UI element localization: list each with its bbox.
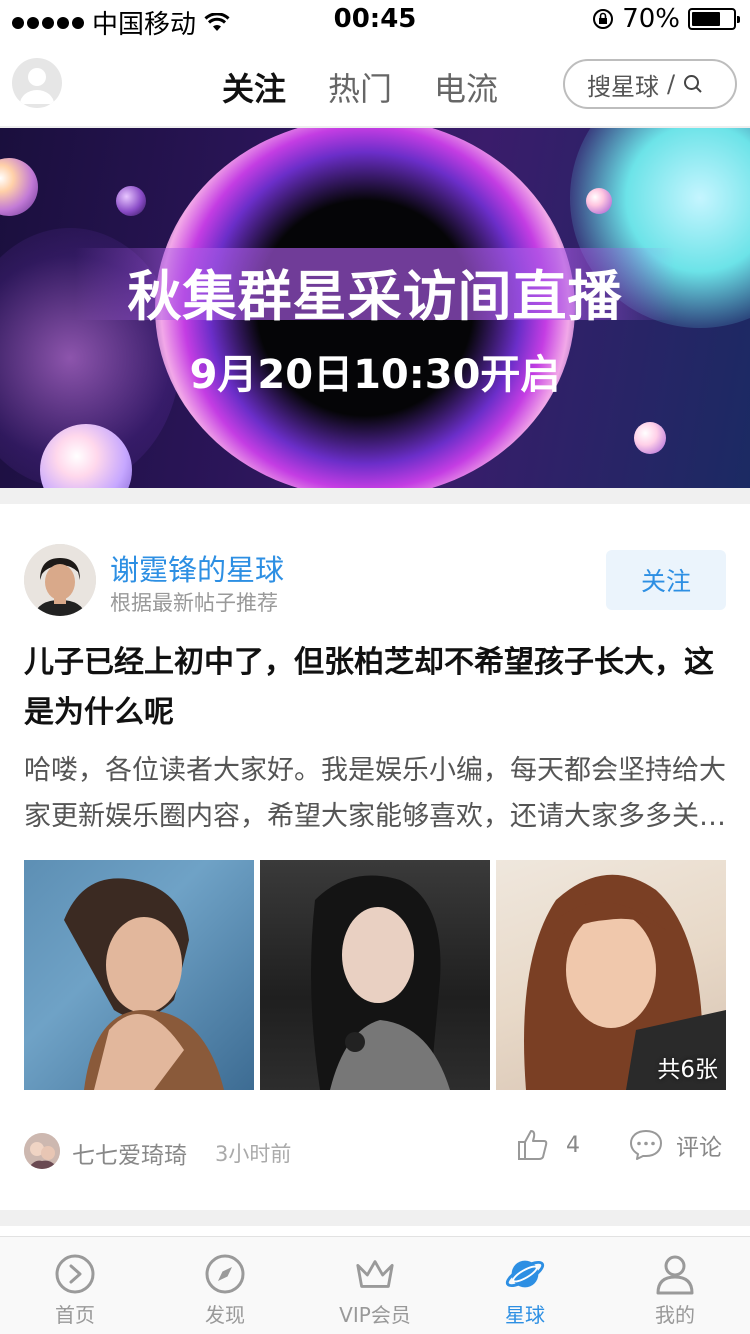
nav-vip[interactable]: VIP会员 [300,1237,450,1334]
post-excerpt[interactable]: 哈喽，各位读者大家好。我是娱乐小编，每天都会坚持给大家更新娱乐圈内容，希望大家能… [24,748,730,840]
post-image[interactable] [24,860,254,1090]
channel-avatar[interactable] [24,544,96,616]
nav-vip-label: VIP会员 [339,1303,411,1327]
planet-icon [504,1253,546,1295]
section-separator [0,1210,750,1226]
like-count: 4 [566,1132,580,1158]
tab-following[interactable]: 关注 [222,64,286,110]
channel-name[interactable]: 谢霆锋的星球 [110,547,284,589]
play-circle-icon [54,1253,96,1295]
author-name[interactable]: 七七爱琦琦 [72,1136,187,1170]
battery-fill [692,12,720,26]
signal-icon [12,16,84,29]
banner-orb [586,188,612,214]
avatar-placeholder-icon [20,68,54,104]
battery-icon [688,8,740,30]
recommend-reason: 根据最新帖子推荐 [110,591,278,615]
banner-subtitle: 9月20日10:30开启 [189,352,561,398]
author-avatar[interactable] [24,1133,60,1169]
search-icon [684,75,702,93]
comment-label: 评论 [676,1135,722,1161]
post-title[interactable]: 儿子已经上初中了，但张柏芝却不希望孩子长大，这是为什么呢 [24,638,730,738]
thumbs-up-icon [518,1130,548,1160]
post-image[interactable] [260,860,490,1090]
search-button[interactable]: 搜星球 / [563,59,737,109]
tab-current[interactable]: 电流 [434,64,498,110]
nav-home-label: 首页 [55,1303,95,1327]
live-banner[interactable]: 秋集群星采访间直播 9月20日10:30开启 [0,128,750,488]
bottom-nav: 首页 发现 VIP会员 星球 我的 [0,1236,750,1334]
nav-discover-label: 发现 [205,1303,245,1327]
person-icon [654,1253,696,1295]
follow-button[interactable]: 关注 [606,550,726,610]
nav-home[interactable]: 首页 [0,1237,150,1334]
top-header: 关注 热门 电流 搜星球 / [0,44,750,128]
battery-percent: 70% [622,4,680,34]
comment-icon [630,1130,662,1160]
section-separator [0,488,750,504]
like-button[interactable]: 4 [516,1128,580,1162]
image-count: 共6张 [657,1057,718,1083]
banner-title: 秋集群星采访间直播 [127,265,623,328]
post-image[interactable]: 共6张 [496,860,726,1090]
nav-planet[interactable]: 星球 [450,1237,600,1334]
user-avatar[interactable] [12,58,62,108]
crown-icon [354,1253,396,1295]
post-time: 3小时前 [215,1142,292,1166]
post-images: 共6张 [24,860,726,1090]
comment-button[interactable]: 评论 [628,1128,722,1162]
status-left: 中国移动 [12,4,230,41]
compass-icon [204,1253,246,1295]
nav-planet-label: 星球 [505,1303,545,1327]
rotation-lock-icon [593,9,614,29]
status-bar: 中国移动 00:45 70% [0,0,750,40]
nav-me-label: 我的 [655,1303,695,1327]
banner-orb [634,422,666,454]
search-label: 搜星球 [587,72,659,101]
search-separator: / [667,70,676,98]
nav-discover[interactable]: 发现 [150,1237,300,1334]
banner-orb [116,186,146,216]
wifi-icon [204,12,230,31]
banner-orb [0,158,38,216]
carrier-label: 中国移动 [92,10,197,40]
tab-hot[interactable]: 热门 [328,64,392,110]
feed-tabs: 关注 热门 电流 [222,64,498,110]
status-right: 70% [592,4,740,34]
nav-me[interactable]: 我的 [600,1237,750,1334]
